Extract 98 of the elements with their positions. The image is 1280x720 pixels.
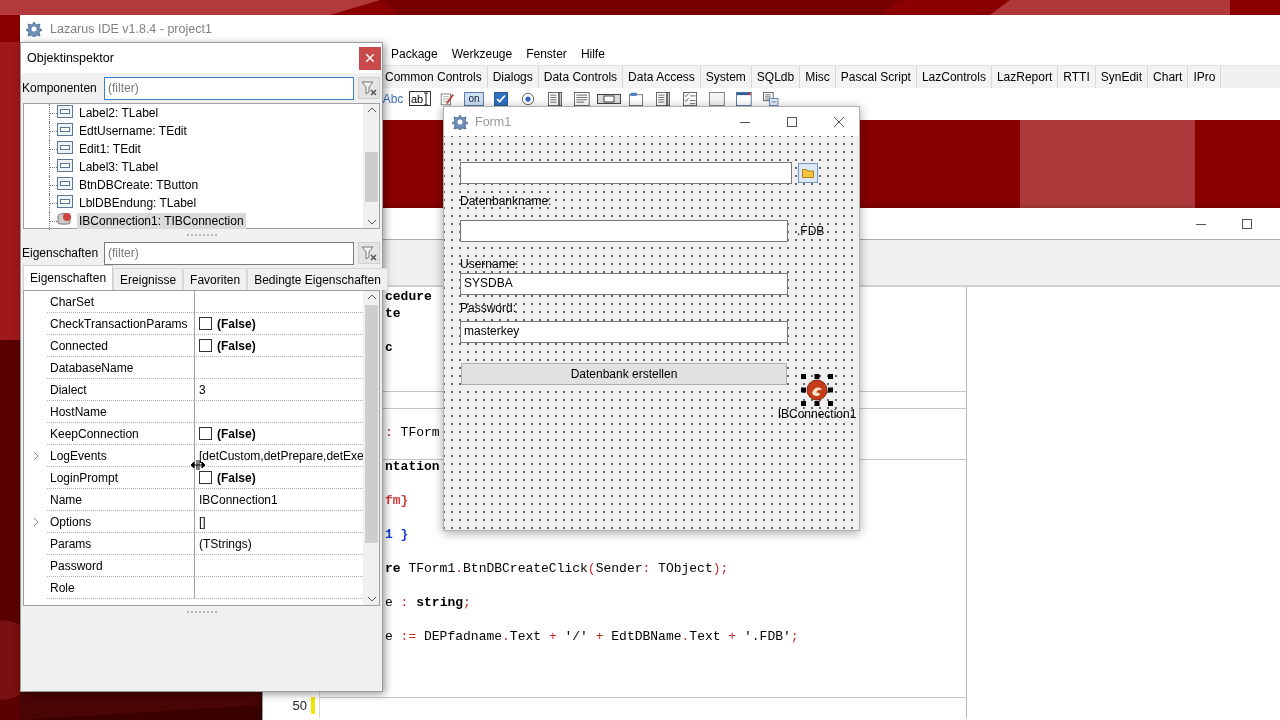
property-name: Password [50,558,103,573]
property-value: 3 [199,382,206,397]
property-name: Options [50,514,92,529]
toggle-tool-button[interactable]: on [462,91,486,106]
property-name: HostName [50,404,107,419]
property-value: (False) [217,426,256,441]
tree-item[interactable]: BtnDBCreate: TButton [77,177,201,193]
window-title: Form1 [475,114,513,129]
clear-filter-button[interactable] [358,77,380,99]
field-label: .FDB [797,224,825,238]
field-label: Username: [460,257,519,271]
component-label: IBConnection1 [777,407,857,421]
property-value: (TStrings) [199,536,252,551]
tree-item[interactable]: Label2: TLabel [77,105,161,121]
scrollbar[interactable] [363,291,379,605]
window-title: Lazarus IDE v1.8.4 - project1 [50,21,212,36]
menu-item[interactable]: Hilfe [573,44,612,63]
menu-item[interactable]: Werkzeuge [444,44,520,63]
property-name: Dialect [50,382,87,397]
checkbox[interactable] [199,471,212,484]
app-logo-icon [452,113,468,130]
code-line: te [385,306,401,321]
property-name: Connected [50,338,109,353]
code-line: e := DEPfadname.Text + '/' + EdtDBName.Text + '.FDB'; [385,629,799,644]
close-button[interactable] [359,46,381,70]
maximize-icon [1242,218,1252,229]
checkbox[interactable] [199,427,212,440]
menu-item[interactable]: Package [384,44,445,63]
edit-tool-button[interactable]: ab [408,91,432,106]
component-icon [57,177,73,193]
code-line: cedure [385,289,432,304]
property-name: DatabaseName [50,360,134,375]
text-field[interactable]: SYSDBA [460,273,788,295]
code-line: e : string; [385,595,471,610]
property-value: [detCustom,detPrepare,detExe [199,448,363,463]
clear-filter-button[interactable] [358,242,380,264]
create-database-button[interactable]: Datenbank erstellen [461,363,787,385]
tab[interactable]: Favoriten [183,268,248,290]
property-value: (False) [217,316,256,331]
property-value: [] [199,514,206,529]
property-value: IBConnection1 [199,492,278,507]
property-name: Name [50,492,82,507]
field-label: Komponenten [22,81,98,95]
property-name: LogEvents [50,448,107,463]
field-label: Password: [460,301,517,315]
app-logo-icon [26,20,42,37]
component-icon [57,141,73,157]
code-line: re TForm1.BtnDBCreateClick(Sender: TObject); [385,561,729,576]
property-name: KeepConnection [50,426,139,441]
filter-field[interactable]: (filter) [104,241,354,265]
component-icon [57,159,73,175]
code-line: c [385,340,393,355]
component-icon [57,123,73,139]
close-icon [366,54,374,62]
label-tool-button[interactable]: Abc [381,91,405,106]
tree-item[interactable]: Edit1: TEdit [77,141,143,157]
tree-item[interactable]: Label3: TLabel [77,159,161,175]
text-field[interactable] [460,220,788,242]
component-icon [57,195,73,211]
property-name: CharSet [50,294,95,309]
tab[interactable]: Bedingte Eigenschaften [247,268,388,290]
property-name: Params [50,536,92,551]
tab[interactable]: Eigenschaften [23,265,114,290]
code-line: : TForm [385,425,440,440]
tree-item[interactable]: LblDBEndung: TLabel [77,195,199,211]
code-line: fm} [385,493,409,508]
property-name: Role [50,580,75,595]
checkbox[interactable] [199,317,212,330]
window-title: Objektinspektor [27,51,114,65]
scrollbar[interactable] [363,104,379,228]
clear-filter-icon [361,245,377,261]
menu-item[interactable]: Fenster [519,44,574,63]
folder-icon [802,168,814,178]
database-component-icon [805,378,829,402]
directory-field[interactable] [460,162,792,184]
browse-button[interactable] [798,163,818,183]
clear-filter-icon [361,80,377,96]
scrollbar-icon [597,93,621,104]
tree-item[interactable]: IBConnection1: TIBConnection [77,213,246,229]
line-number: 50 [292,698,307,713]
tab[interactable]: Ereignisse [113,268,184,290]
tree-item[interactable]: EdtUsername: TEdit [77,123,189,139]
property-name: CheckTransactionParams [50,316,188,331]
code-line: ntation [385,459,440,474]
maximize-icon [787,116,797,127]
property-name: LoginPrompt [50,470,119,485]
checkbox[interactable] [199,339,212,352]
property-value: (False) [217,338,256,353]
text-cursor-icon [423,91,430,106]
property-value: (False) [217,470,256,485]
code-line: 1 } [385,527,409,542]
text-field[interactable]: masterkey [460,321,788,343]
scrollbar-tool-button[interactable] [597,91,621,106]
selection-handles[interactable] [801,374,833,406]
field-label: Eigenschaften [22,246,100,260]
field-label: Datenbankname: [460,194,552,208]
close-icon [834,116,844,127]
filter-field[interactable]: (filter) [104,76,354,100]
